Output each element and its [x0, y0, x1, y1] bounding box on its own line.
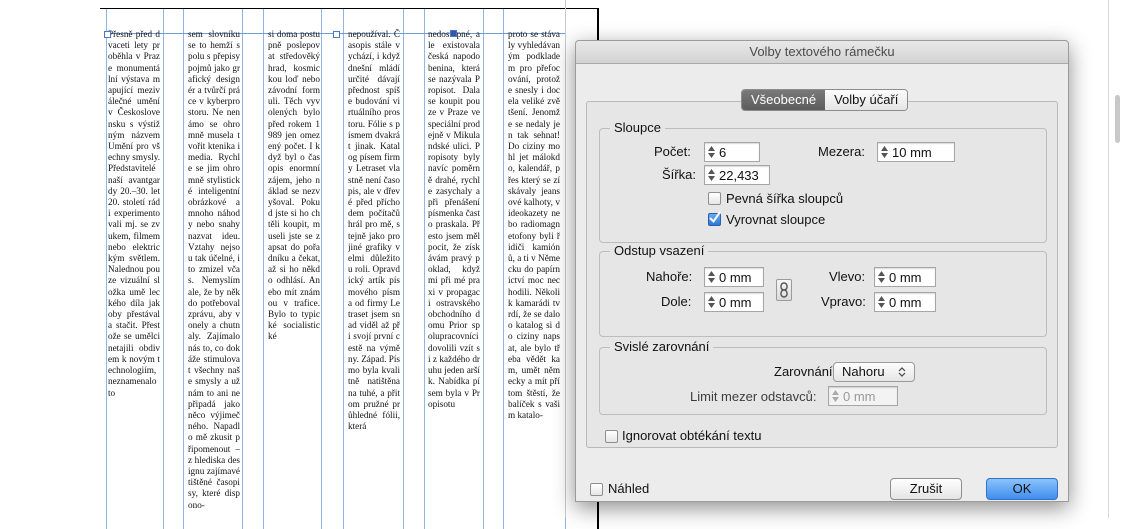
inset-right-input[interactable] [889, 294, 933, 310]
inset-bottom-label: Dole: [661, 294, 692, 309]
stepper-icon[interactable] [877, 295, 886, 309]
vertical-scrollbar[interactable] [1115, 95, 1120, 143]
gutter-input[interactable] [892, 144, 952, 160]
columns-legend: Sloupce [610, 120, 665, 135]
preview-label: Náhled [608, 481, 650, 496]
inset-top-label: Nahoře: [646, 269, 693, 284]
column-guide [321, 9, 322, 529]
paragraph-spacing-limit-field[interactable] [828, 386, 898, 406]
alignment-select[interactable]: Nahoru [833, 362, 915, 382]
paragraph-spacing-limit-input[interactable] [843, 388, 895, 404]
inset-bottom-field[interactable] [704, 292, 764, 312]
column-guide [163, 9, 164, 529]
stepper-icon[interactable] [877, 270, 886, 284]
fixed-width-label: Pevná šířka sloupců [726, 191, 844, 206]
alignment-value: Nahoru [842, 364, 885, 379]
frame-handle[interactable] [333, 31, 340, 38]
document-page[interactable]: Přesně před dvaceti lety proběhla v Praz… [100, 8, 599, 529]
column-width-label: Šířka: [662, 167, 696, 182]
column-guide [183, 9, 184, 529]
updown-chevron-icon [898, 367, 906, 377]
text-column-5[interactable]: nedostupné, ale existovala česká napodob… [428, 29, 480, 529]
inset-right-field[interactable] [874, 292, 936, 312]
stepper-icon[interactable] [880, 145, 889, 159]
balance-columns-label: Vyrovnat sloupce [726, 212, 826, 227]
cancel-button[interactable]: Zrušit [890, 478, 962, 500]
fixed-width-checkbox[interactable] [708, 192, 721, 205]
column-guide [424, 9, 425, 529]
column-count-field[interactable] [704, 142, 760, 162]
frame-handle[interactable] [104, 31, 111, 38]
stepper-icon[interactable] [707, 295, 716, 309]
inset-top-input[interactable] [719, 269, 761, 285]
inset-legend: Odstup vsazení [610, 243, 709, 258]
inset-left-input[interactable] [889, 269, 933, 285]
column-guide [242, 9, 243, 529]
column-count-input[interactable] [719, 144, 757, 160]
indesign-canvas: Přesně před dvaceti lety proběhla v Praz… [0, 0, 1123, 529]
link-inset-button[interactable] [776, 279, 792, 301]
chain-icon [780, 282, 788, 298]
inset-bottom-input[interactable] [719, 294, 761, 310]
dialog-title: Volby textového rámečku [576, 41, 1068, 64]
dialog-tabs: Všeobecné Volby účaří [741, 89, 909, 111]
column-width-input[interactable] [719, 167, 767, 183]
inset-left-field[interactable] [874, 267, 936, 287]
stepper-icon[interactable] [707, 168, 716, 182]
stepper-icon[interactable] [707, 145, 716, 159]
ok-button[interactable]: OK [986, 478, 1058, 500]
frame-handle-selected[interactable] [450, 30, 457, 37]
alignment-label: Zarovnání: [774, 364, 837, 379]
stepper-icon[interactable] [707, 270, 716, 284]
options-panel: Sloupce Počet: Mezera: Šířka: Pevná šíř [586, 101, 1058, 448]
inset-spacing-group: Odstup vsazení Nahoře: Dole: Vlevo: [599, 243, 1047, 337]
column-width-field[interactable] [704, 165, 770, 185]
margin-guide [565, 0, 566, 518]
columns-group: Sloupce Počet: Mezera: Šířka: Pevná šíř [599, 120, 1047, 243]
gutter-field[interactable] [877, 142, 955, 162]
text-column-3[interactable]: si doma postupně poslepovat středověký h… [268, 29, 320, 529]
text-column-6[interactable]: proto se stávaly vyhledávaným podkladem … [508, 29, 560, 529]
column-count-label: Počet: [654, 144, 691, 159]
text-column-4[interactable]: nepoužíval. Časopis stále vychází, i kdy… [348, 29, 400, 529]
ignore-text-wrap-checkbox[interactable] [605, 430, 618, 443]
paragraph-spacing-limit-label: Limit mezer odstavců: [690, 389, 817, 404]
column-guide [503, 9, 504, 529]
text-column-2[interactable]: sem slovníku se to hemží spolu s přepisy… [188, 29, 240, 529]
tab-baseline-options[interactable]: Volby účaří [825, 90, 908, 110]
column-guide [483, 9, 484, 529]
inset-right-label: Vpravo: [821, 294, 866, 309]
column-guide [343, 9, 344, 529]
preview-checkbox[interactable] [590, 483, 603, 496]
column-guide [403, 9, 404, 529]
tab-general[interactable]: Všeobecné [742, 90, 826, 110]
gutter-label: Mezera: [818, 144, 865, 159]
text-column-1[interactable]: Přesně před dvaceti lety proběhla v Praz… [108, 29, 160, 529]
checkmark-icon [709, 211, 721, 224]
stepper-icon[interactable] [831, 389, 840, 403]
ignore-text-wrap-label: Ignorovat obtékání textu [622, 428, 762, 443]
column-guide [106, 9, 107, 529]
inset-left-label: Vlevo: [829, 269, 866, 284]
balance-columns-checkbox[interactable] [708, 211, 721, 226]
text-frame-options-dialog: Volby textového rámečku Sloupce Počet: M… [575, 40, 1069, 502]
vertical-legend: Svislé zarovnání [610, 339, 714, 354]
column-guide [263, 9, 264, 529]
window-edge [1108, 0, 1109, 518]
inset-top-field[interactable] [704, 267, 764, 287]
vertical-justification-group: Svislé zarovnání Zarovnání: Nahoru Limit… [599, 339, 1047, 415]
